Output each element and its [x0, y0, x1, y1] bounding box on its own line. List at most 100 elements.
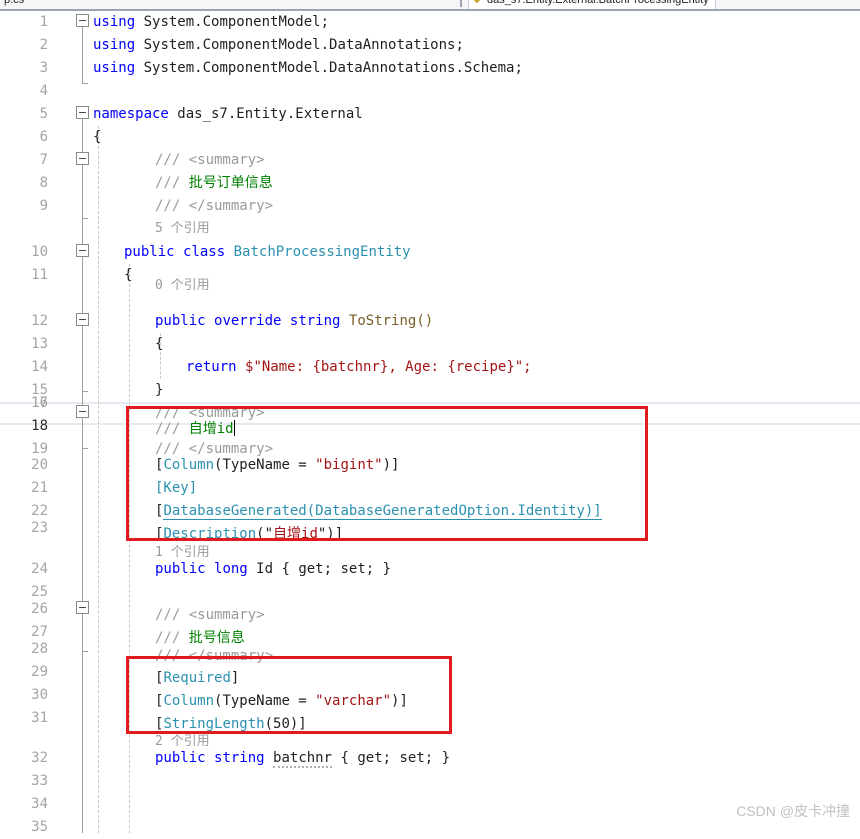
collapse-toggle-usings[interactable] — [76, 14, 89, 27]
code-line-14[interactable]: return $"Name: {batchnr}, Age: {recipe}"… — [186, 356, 532, 379]
tab-group-splitter — [460, 0, 462, 7]
code-line-15[interactable]: } — [155, 379, 163, 402]
code-line-5[interactable]: namespace das_s7.Entity.External — [93, 103, 363, 126]
attr-column-args-post-1: )] — [382, 457, 400, 473]
code-line-20[interactable]: [Column(TypeName = "bigint")] — [155, 454, 399, 477]
outline-endtick-id-doc — [82, 448, 88, 449]
comment-slashes-27: /// — [155, 630, 189, 646]
attribute-databasegenerated: DatabaseGenerated — [163, 503, 307, 520]
line-number-31: 31 — [31, 710, 48, 726]
code-line-32[interactable]: public string batchnr { get; set; } — [155, 747, 450, 770]
brace-open-class: { — [124, 267, 133, 283]
code-line-21[interactable]: [Key] — [155, 477, 197, 500]
line-number-9: 9 — [39, 198, 48, 214]
code-line-1-rest: System.ComponentModel; — [135, 14, 330, 30]
code-line-1[interactable]: using System.ComponentModel; — [93, 11, 329, 34]
code-line-26[interactable]: /// <summary> — [155, 604, 265, 627]
line-number-10: 10 — [31, 244, 48, 260]
keyword-public-tostring: public — [155, 313, 206, 329]
keyword-long: long — [214, 561, 248, 577]
code-editor-surface[interactable]: 1 2 3 4 5 6 7 8 9 10 11 12 13 14 15 16 1… — [0, 11, 860, 835]
code-line-8[interactable]: /// 批号订单信息 — [155, 172, 273, 195]
line-number-5: 5 — [39, 106, 48, 122]
code-line-29[interactable]: [Required] — [155, 667, 239, 690]
keyword-override: override — [214, 313, 282, 329]
tab-active-batchprocessingentity[interactable]: ◆ das_s7.Entity.External.BatchProcessing… — [468, 0, 716, 9]
line-number-34: 34 — [31, 796, 48, 812]
attr-description-pre: (" — [256, 526, 274, 542]
collapse-toggle-namespace[interactable] — [76, 106, 89, 119]
line-number-6: 6 — [39, 129, 48, 145]
attribute-description: Description — [163, 526, 257, 542]
line-number-30: 30 — [31, 687, 48, 703]
keyword-class: class — [183, 244, 226, 260]
line-number-13: 13 — [31, 336, 48, 352]
code-line-12[interactable]: public override string ToString() — [155, 310, 433, 333]
code-line-3[interactable]: using System.ComponentModel.DataAnnotati… — [93, 57, 523, 80]
code-line-28[interactable]: /// </summary> — [155, 645, 273, 668]
keyword-public-batchnr: public — [155, 750, 206, 766]
editor-tab-strip: p.cs ◆ das_s7.Entity.External.BatchProce… — [0, 0, 860, 11]
property-batchnr: batchnr — [273, 750, 333, 768]
code-line-11[interactable]: { — [124, 264, 132, 287]
outline-rail-namespace — [82, 117, 83, 833]
line-number-35: 35 — [31, 819, 48, 835]
line-number-29: 29 — [31, 664, 48, 680]
line-number-18: 18 — [31, 418, 48, 434]
collapse-toggle-tostring[interactable] — [76, 313, 89, 326]
csharp-file-icon: ◆ — [473, 0, 482, 5]
line-number-17: 17 — [31, 395, 48, 411]
line-number-26: 26 — [31, 601, 48, 617]
keyword-string-tostring: string — [289, 313, 341, 329]
code-line-7[interactable]: /// <summary> — [155, 149, 265, 172]
codelens-references-class[interactable]: 5 个引用 — [155, 217, 210, 240]
bracket-close-required: ] — [230, 670, 240, 686]
line-number-3: 3 — [39, 60, 48, 76]
attr-column-args-pre-2: (TypeName = — [214, 693, 316, 709]
code-line-2[interactable]: using System.ComponentModel.DataAnnotati… — [93, 34, 464, 57]
line-number-11: 11 — [31, 267, 48, 283]
code-line-9[interactable]: /// </summary> — [155, 195, 273, 218]
collapse-toggle-class-body[interactable] — [76, 244, 89, 257]
property-id: Id — [256, 561, 274, 577]
attr-stringlength-args: (50)] — [264, 716, 307, 732]
collapse-toggle-class-doc[interactable] — [76, 152, 89, 165]
comment-slashes-8: /// — [155, 175, 189, 191]
line-number-2: 2 — [39, 37, 48, 53]
attribute-column-varchar: Column — [163, 693, 215, 709]
keyword-return: return — [186, 359, 237, 375]
codelens-references-tostring[interactable]: 0 个引用 — [155, 274, 210, 297]
attr-dbgen-args: (DatabaseGeneratedOption.Identity)] — [306, 503, 602, 520]
accessors-id: { get; set; } — [273, 561, 392, 577]
code-line-13[interactable]: { — [155, 333, 163, 356]
brace-open-tostring: { — [155, 336, 164, 352]
comment-slashes-18: /// — [155, 421, 189, 437]
code-line-10[interactable]: public class BatchProcessingEntity — [124, 241, 411, 264]
collapse-toggle-batchnr-doc[interactable] — [76, 601, 89, 614]
doc-text-class: 批号订单信息 — [188, 175, 273, 191]
collapse-toggle-id-doc[interactable] — [76, 405, 89, 418]
brace-close-tostring: } — [155, 382, 164, 398]
keyword-public-class: public — [124, 244, 175, 260]
text-caret — [233, 420, 235, 436]
keyword-public-id: public — [155, 561, 206, 577]
code-line-22[interactable]: [DatabaseGenerated(DatabaseGeneratedOpti… — [155, 500, 602, 523]
line-number-24: 24 — [31, 561, 48, 577]
code-line-6[interactable]: { — [93, 126, 101, 149]
code-line-3-rest: System.ComponentModel.DataAnnotations.Sc… — [135, 60, 523, 76]
keyword-string-batchnr: string — [214, 750, 265, 766]
keyword-using-2: using — [93, 37, 136, 53]
tab-inactive-left[interactable]: p.cs — [0, 0, 29, 9]
outline-endtick-usings — [82, 83, 88, 84]
keyword-using-1: using — [93, 14, 136, 30]
code-line-30[interactable]: [Column(TypeName = "varchar")] — [155, 690, 408, 713]
outline-endtick-tostring — [82, 391, 88, 392]
attr-column-args-pre-1: (TypeName = — [214, 457, 316, 473]
line-number-8: 8 — [39, 175, 48, 191]
code-line-24[interactable]: public long Id { get; set; } — [155, 558, 391, 581]
doc-text-id: 自增id — [188, 421, 234, 437]
keyword-namespace: namespace — [93, 106, 169, 122]
attr-value-description-id: 自增id — [273, 526, 318, 542]
code-line-2-rest: System.ComponentModel.DataAnnotations; — [135, 37, 464, 53]
line-number-33: 33 — [31, 773, 48, 789]
